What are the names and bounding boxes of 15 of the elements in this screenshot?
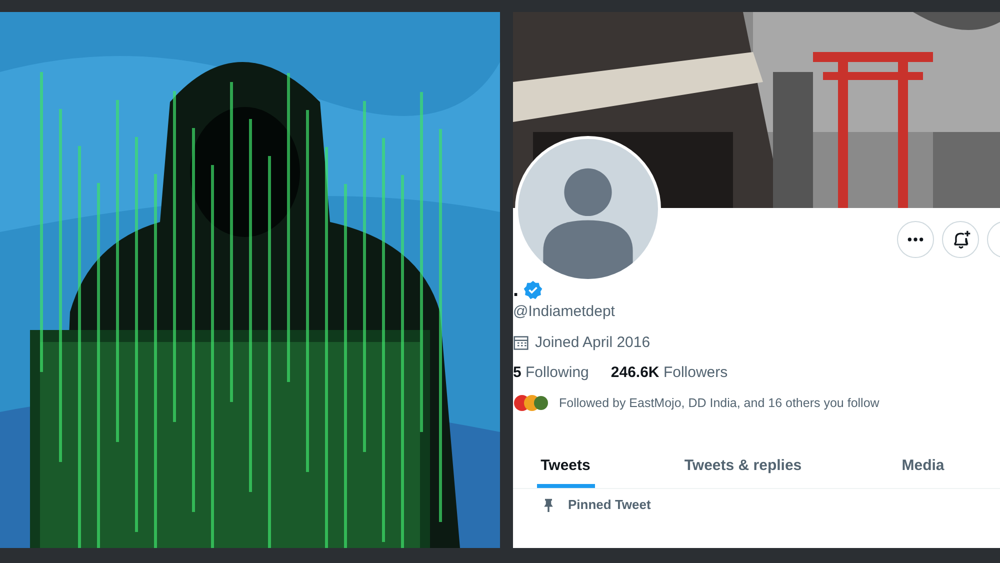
- notify-button[interactable]: [942, 221, 979, 258]
- followers-link[interactable]: 246.6K Followers: [610, 364, 728, 381]
- profile-tab[interactable]: Tweets & replies: [618, 447, 868, 488]
- following-link[interactable]: 5 Following: [513, 364, 589, 381]
- calendar-icon: [513, 334, 529, 350]
- pinned-label: Pinned Tweet: [568, 497, 651, 512]
- more-button[interactable]: [897, 221, 934, 258]
- more-icon: [907, 237, 924, 242]
- pin-icon: [543, 498, 554, 512]
- profile-tab[interactable]: Media: [868, 447, 978, 488]
- display-name: .: [513, 279, 519, 301]
- followed-by-text[interactable]: Followed by EastMojo, DD India, and 16 others you follow: [559, 396, 880, 410]
- follower-avatars-icon: [513, 393, 549, 413]
- joined-date: Joined April 2016: [535, 334, 650, 351]
- handle-text: @Indiametdept: [513, 303, 616, 320]
